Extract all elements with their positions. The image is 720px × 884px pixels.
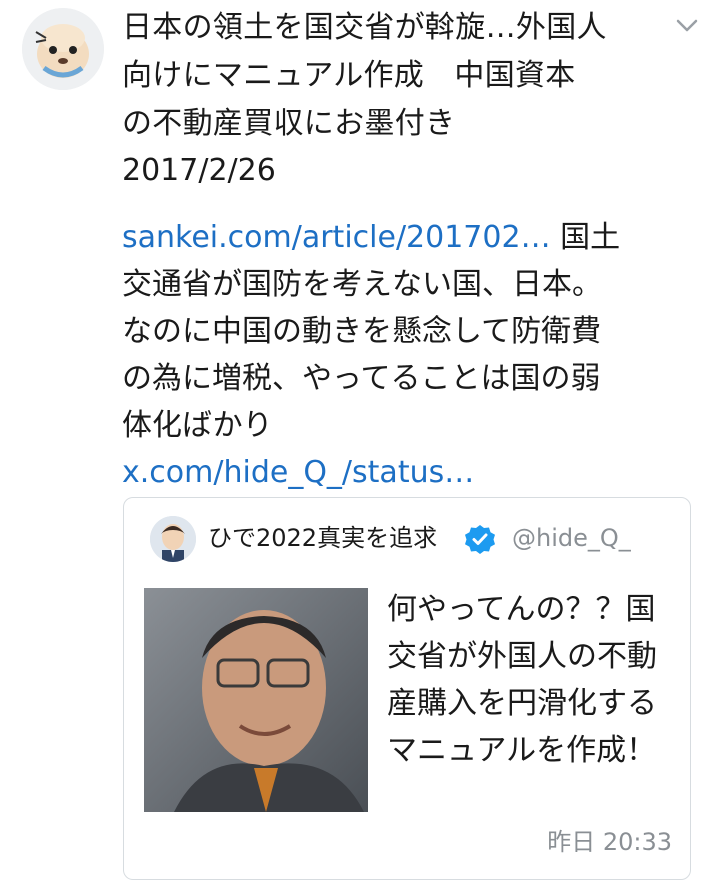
quoted-timestamp: 昨日 20:33	[547, 828, 672, 856]
quoted-tweet[interactable]: ひで2022真実を追求 @hide_Q_ 何やってんの？？国交省が外国人の不動産…	[123, 497, 691, 880]
avatar[interactable]	[22, 8, 104, 90]
tweet-date: 2017/2/26	[122, 153, 276, 188]
quoted-handle[interactable]: @hide_Q_	[512, 520, 631, 556]
quoted-text: 何やってんの？？国交省が外国人の不動産購入を円滑化する マニュアルを作成！	[387, 592, 657, 768]
quoted-image[interactable]	[144, 588, 368, 812]
verified-badge-icon	[464, 523, 496, 555]
status-link[interactable]: x.com/hide_Q_/status…	[122, 449, 622, 496]
article-link[interactable]: sankei.com/article/201702…	[122, 220, 551, 255]
quoted-avatar[interactable]	[150, 516, 196, 562]
tweet-content: 日本の領土を国交省が斡旋…外国人 向けにマニュアル作成 中国資本 の不動産買収に…	[122, 4, 652, 496]
tweet-headline: 日本の領土を国交省が斡旋…外国人 向けにマニュアル作成 中国資本 の不動産買収に…	[122, 10, 607, 141]
quoted-display-name[interactable]: ひで2022真実を追求	[208, 520, 437, 556]
tweet-body: sankei.com/article/201702… 国土交通省が国防を考えない…	[122, 214, 622, 496]
chevron-down-icon[interactable]	[672, 10, 702, 40]
